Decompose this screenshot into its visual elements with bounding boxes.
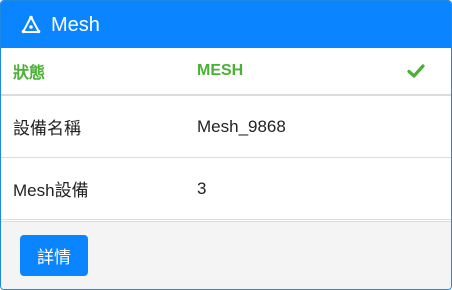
details-button[interactable]: 詳情 (20, 235, 88, 276)
mesh-device-count-value: 3 (197, 178, 207, 198)
status-row: 狀態 MESH (1, 48, 451, 96)
mesh-panel: Mesh 狀態 MESH 設備名稱 Mesh_9868 Mesh設備 3 詳情 (0, 0, 452, 290)
device-name-label: 設備名稱 (13, 119, 81, 138)
status-value: MESH (197, 62, 244, 79)
panel-title: Mesh (51, 13, 100, 36)
device-name-value: Mesh_9868 (197, 116, 286, 136)
check-icon (407, 62, 425, 80)
status-label: 狀態 (13, 65, 46, 82)
mesh-device-count-row: Mesh設備 3 (1, 158, 451, 220)
panel-footer: 詳情 (1, 221, 451, 289)
mesh-device-count-label: Mesh設備 (13, 181, 89, 200)
mesh-triangle-icon (21, 15, 41, 35)
panel-header: Mesh (1, 1, 451, 48)
device-name-row: 設備名稱 Mesh_9868 (1, 96, 451, 158)
